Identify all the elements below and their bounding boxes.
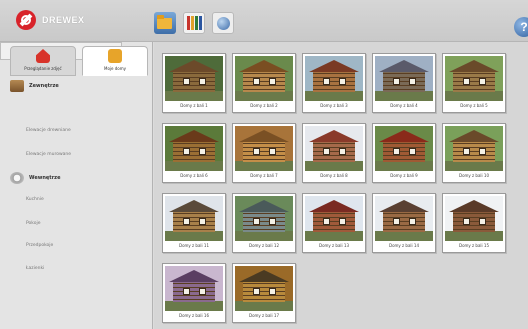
thumbnail-caption: Domy z bali 4 — [390, 103, 418, 108]
thumbnail-item[interactable]: Domy z bali 9 — [372, 123, 436, 183]
sidebar-item-wooden-facades[interactable]: Elewacje drewniane — [26, 128, 71, 133]
tab-my-houses[interactable]: Moje domy — [82, 46, 148, 76]
section-exterior[interactable]: Zewnętrze — [10, 78, 148, 94]
disc-icon — [10, 172, 24, 184]
books-icon[interactable] — [183, 12, 205, 34]
section-interior[interactable]: Wewnętrze — [10, 170, 148, 186]
house-photo — [305, 126, 363, 171]
help-button[interactable]: ? — [514, 17, 528, 37]
wood-icon — [10, 80, 24, 92]
thumbnail-caption: Domy z bali 7 — [250, 173, 278, 178]
thumbnail-item[interactable]: Domy z bali 1 — [162, 53, 226, 113]
thumbnail-caption: Domy z bali 5 — [460, 103, 488, 108]
logo-mark-icon — [16, 10, 36, 30]
toolbar: DREWEX ? — [0, 0, 528, 42]
house-photo — [165, 126, 223, 171]
thumbnail-item[interactable]: Domy z bali 8 — [302, 123, 366, 183]
logo-text: DREWEX — [42, 15, 85, 25]
sidebar: Przeglądanie zdjęć Moje domy Zewnętrze D… — [0, 42, 153, 329]
house-photo — [165, 56, 223, 101]
thumbnail-item[interactable]: Domy z bali 10 — [442, 123, 506, 183]
thumbnail-item[interactable]: Domy z bali 2 — [232, 53, 296, 113]
thumbnail-item[interactable]: Domy z bali 16 — [162, 263, 226, 323]
thumbnail-item[interactable]: Domy z bali 14 — [372, 193, 436, 253]
sidebar-item-bathrooms[interactable]: Łazienki — [26, 266, 44, 271]
thumbnail-item[interactable]: Domy z bali 15 — [442, 193, 506, 253]
globe-icon[interactable] — [212, 12, 234, 34]
folder-icon[interactable] — [154, 12, 176, 34]
house-photo — [305, 196, 363, 241]
house-photo — [235, 196, 293, 241]
thumbnail-caption: Domy z bali 6 — [180, 173, 208, 178]
tab-label: Moje domy — [104, 66, 126, 71]
thumbnail-caption: Domy z bali 1 — [180, 103, 208, 108]
thumbnail-caption: Domy z bali 15 — [458, 243, 489, 248]
tab-browse-photos[interactable]: Przeglądanie zdjęć — [10, 46, 76, 76]
house-photo — [375, 56, 433, 101]
house-photo — [445, 196, 503, 241]
thumbnail-item[interactable]: Domy z bali 12 — [232, 193, 296, 253]
house-photo — [375, 126, 433, 171]
thumbnail-item[interactable]: Domy z bali 11 — [162, 193, 226, 253]
house-photo — [375, 196, 433, 241]
house-photo — [445, 126, 503, 171]
sidebar-item-rooms[interactable]: Pokoje — [26, 221, 41, 226]
house-photo — [305, 56, 363, 101]
tab-label: Przeglądanie zdjęć — [24, 66, 62, 71]
sidebar-item-hallways[interactable]: Przedpokoje — [26, 243, 53, 248]
thumbnail-item[interactable]: Domy z bali 17 — [232, 263, 296, 323]
sidebar-item-brick-facades[interactable]: Elewacje murowane — [26, 152, 71, 157]
thumbnail-item[interactable]: Domy z bali 4 — [372, 53, 436, 113]
thumbnail-caption: Domy z bali 12 — [248, 243, 279, 248]
thumbnail-caption: Domy z bali 2 — [250, 103, 278, 108]
house-photo — [235, 56, 293, 101]
house-photo — [235, 126, 293, 171]
app-window: DREWEX ? Przeglądanie zdjęć Moje domy Ze… — [0, 0, 528, 329]
thumbnail-item[interactable]: Domy z bali 6 — [162, 123, 226, 183]
section-label: Zewnętrze — [29, 83, 59, 89]
logo: DREWEX — [16, 9, 85, 31]
house-photo — [235, 266, 293, 311]
house-photo — [165, 266, 223, 311]
house-photo — [445, 56, 503, 101]
thumbnail-caption: Domy z bali 13 — [318, 243, 349, 248]
sidebar-tabs: Przeglądanie zdjęć Moje domy — [10, 46, 148, 76]
thumbnail-caption: Domy z bali 11 — [178, 243, 209, 248]
thumbnail-caption: Domy z bali 8 — [320, 173, 348, 178]
house-icon — [36, 49, 50, 63]
thumbnail-item[interactable]: Domy z bali 5 — [442, 53, 506, 113]
house-photo — [165, 196, 223, 241]
sidebar-item-kitchens[interactable]: Kuchnie — [26, 197, 44, 202]
thumbnail-caption: Domy z bali 16 — [178, 313, 209, 318]
folder-icon — [108, 49, 122, 63]
thumbnail-caption: Domy z bali 9 — [390, 173, 418, 178]
section-label: Wewnętrze — [29, 175, 61, 181]
thumbnail-caption: Domy z bali 10 — [458, 173, 489, 178]
thumbnail-caption: Domy z bali 3 — [320, 103, 348, 108]
thumbnail-caption: Domy z bali 17 — [248, 313, 279, 318]
thumbnail-item[interactable]: Domy z bali 3 — [302, 53, 366, 113]
thumbnail-item[interactable]: Domy z bali 13 — [302, 193, 366, 253]
thumbnail-item[interactable]: Domy z bali 7 — [232, 123, 296, 183]
thumbnail-grid: Domy z bali 1 Domy z bali 2 Domy z bali 3 D… — [154, 42, 528, 329]
thumbnail-caption: Domy z bali 14 — [388, 243, 419, 248]
